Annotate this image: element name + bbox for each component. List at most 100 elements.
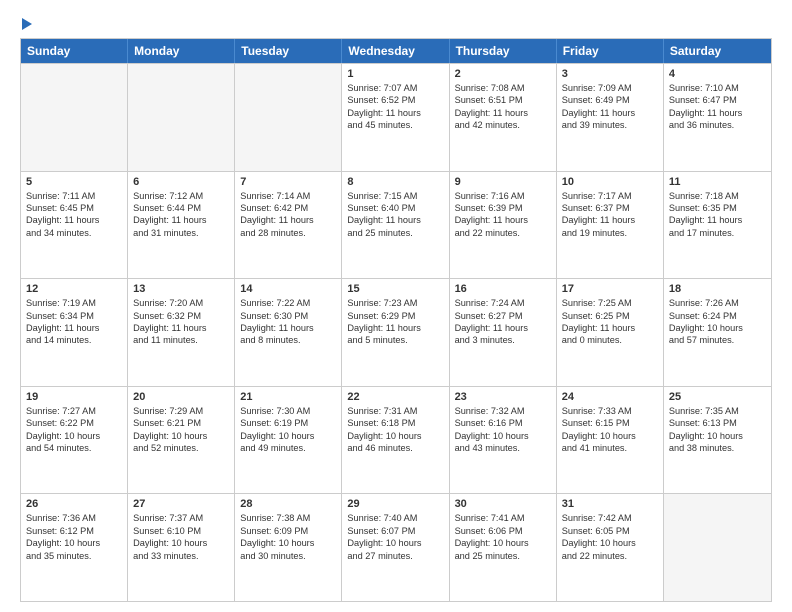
day-info: Sunrise: 7:20 AM Sunset: 6:32 PM Dayligh… (133, 297, 229, 347)
calendar-cell-24: 24Sunrise: 7:33 AM Sunset: 6:15 PM Dayli… (557, 387, 664, 494)
calendar-cell-3: 3 Sunrise: 7:09 AM Sunset: 6:49 PM Daylig… (557, 64, 664, 171)
calendar-cell-empty-0-1 (128, 64, 235, 171)
day-info: Sunrise: 7:36 AM Sunset: 6:12 PM Dayligh… (26, 512, 122, 562)
day-number: 31 (562, 498, 658, 510)
day-info: Sunrise: 7:32 AM Sunset: 6:16 PM Dayligh… (455, 405, 551, 455)
calendar-cell-10: 10Sunrise: 7:17 AM Sunset: 6:37 PM Dayli… (557, 172, 664, 279)
day-info: Sunrise: 7:07 AM Sunset: 6:52 PM Dayligh… (347, 82, 443, 132)
calendar-cell-1: 1Sunrise: 7:07 AM Sunset: 6:52 PM Daylig… (342, 64, 449, 171)
calendar-cell-empty-0-0 (21, 64, 128, 171)
day-info: Sunrise: 7:18 AM Sunset: 6:35 PM Dayligh… (669, 190, 766, 240)
calendar-cell-6: 6Sunrise: 7:12 AM Sunset: 6:44 PM Daylig… (128, 172, 235, 279)
calendar-header-cell-saturday: Saturday (664, 39, 771, 63)
calendar-cell-5: 5 Sunrise: 7:11 AM Sunset: 6:45 PM Daylig… (21, 172, 128, 279)
calendar-cell-27: 27 Sunrise: 7:37 AM Sunset: 6:10 PM Dayli… (128, 494, 235, 601)
day-number: 3 (562, 68, 658, 80)
day-number: 26 (26, 498, 122, 510)
day-info: Sunrise: 7:11 AM Sunset: 6:45 PM Dayligh… (26, 190, 122, 240)
calendar-body: 1Sunrise: 7:07 AM Sunset: 6:52 PM Daylig… (21, 63, 771, 601)
logo-arrow-icon (22, 18, 32, 30)
calendar-cell-14: 14Sunrise: 7:22 AM Sunset: 6:30 PM Dayli… (235, 279, 342, 386)
day-info: Sunrise: 7:19 AM Sunset: 6:34 PM Dayligh… (26, 297, 122, 347)
day-info: Sunrise: 7:24 AM Sunset: 6:27 PM Dayligh… (455, 297, 551, 347)
calendar: SundayMondayTuesdayWednesdayThursdayFrid… (20, 38, 772, 602)
day-number: 21 (240, 391, 336, 403)
calendar-cell-31: 31 Sunrise: 7:42 AM Sunset: 6:05 PM Dayli… (557, 494, 664, 601)
day-number: 12 (26, 283, 122, 295)
calendar-cell-29: 29Sunrise: 7:40 AM Sunset: 6:07 PM Dayli… (342, 494, 449, 601)
day-number: 30 (455, 498, 551, 510)
day-number: 19 (26, 391, 122, 403)
calendar-header-cell-tuesday: Tuesday (235, 39, 342, 63)
day-info: Sunrise: 7:27 AM Sunset: 6:22 PM Dayligh… (26, 405, 122, 455)
calendar-cell-4: 4 Sunrise: 7:10 AM Sunset: 6:47 PM Daylig… (664, 64, 771, 171)
calendar-cell-21: 21 Sunrise: 7:30 AM Sunset: 6:19 PM Dayli… (235, 387, 342, 494)
calendar-cell-11: 11 Sunrise: 7:18 AM Sunset: 6:35 PM Dayli… (664, 172, 771, 279)
day-number: 18 (669, 283, 766, 295)
calendar-cell-19: 19 Sunrise: 7:27 AM Sunset: 6:22 PM Dayli… (21, 387, 128, 494)
day-info: Sunrise: 7:25 AM Sunset: 6:25 PM Dayligh… (562, 297, 658, 347)
day-number: 25 (669, 391, 766, 403)
calendar-row-0: 1Sunrise: 7:07 AM Sunset: 6:52 PM Daylig… (21, 63, 771, 171)
day-number: 8 (347, 176, 443, 188)
calendar-row-4: 26 Sunrise: 7:36 AM Sunset: 6:12 PM Dayli… (21, 493, 771, 601)
day-info: Sunrise: 7:10 AM Sunset: 6:47 PM Dayligh… (669, 82, 766, 132)
day-number: 4 (669, 68, 766, 80)
day-number: 17 (562, 283, 658, 295)
day-info: Sunrise: 7:26 AM Sunset: 6:24 PM Dayligh… (669, 297, 766, 347)
calendar-header-cell-friday: Friday (557, 39, 664, 63)
day-number: 23 (455, 391, 551, 403)
day-number: 11 (669, 176, 766, 188)
day-info: Sunrise: 7:29 AM Sunset: 6:21 PM Dayligh… (133, 405, 229, 455)
day-info: Sunrise: 7:37 AM Sunset: 6:10 PM Dayligh… (133, 512, 229, 562)
calendar-cell-15: 15 Sunrise: 7:23 AM Sunset: 6:29 PM Dayli… (342, 279, 449, 386)
day-info: Sunrise: 7:09 AM Sunset: 6:49 PM Dayligh… (562, 82, 658, 132)
day-info: Sunrise: 7:38 AM Sunset: 6:09 PM Dayligh… (240, 512, 336, 562)
day-number: 28 (240, 498, 336, 510)
calendar-cell-18: 18 Sunrise: 7:26 AM Sunset: 6:24 PM Dayli… (664, 279, 771, 386)
day-number: 20 (133, 391, 229, 403)
calendar-cell-17: 17 Sunrise: 7:25 AM Sunset: 6:25 PM Dayli… (557, 279, 664, 386)
day-info: Sunrise: 7:16 AM Sunset: 6:39 PM Dayligh… (455, 190, 551, 240)
calendar-cell-30: 30 Sunrise: 7:41 AM Sunset: 6:06 PM Dayli… (450, 494, 557, 601)
page: SundayMondayTuesdayWednesdayThursdayFrid… (0, 0, 792, 612)
calendar-cell-16: 16Sunrise: 7:24 AM Sunset: 6:27 PM Dayli… (450, 279, 557, 386)
calendar-cell-13: 13 Sunrise: 7:20 AM Sunset: 6:32 PM Dayli… (128, 279, 235, 386)
calendar-row-2: 12 Sunrise: 7:19 AM Sunset: 6:34 PM Dayli… (21, 278, 771, 386)
header (20, 16, 772, 30)
day-number: 22 (347, 391, 443, 403)
day-number: 9 (455, 176, 551, 188)
day-info: Sunrise: 7:23 AM Sunset: 6:29 PM Dayligh… (347, 297, 443, 347)
day-number: 27 (133, 498, 229, 510)
day-info: Sunrise: 7:14 AM Sunset: 6:42 PM Dayligh… (240, 190, 336, 240)
calendar-cell-25: 25 Sunrise: 7:35 AM Sunset: 6:13 PM Dayli… (664, 387, 771, 494)
day-number: 5 (26, 176, 122, 188)
day-info: Sunrise: 7:35 AM Sunset: 6:13 PM Dayligh… (669, 405, 766, 455)
calendar-cell-8: 8 Sunrise: 7:15 AM Sunset: 6:40 PM Daylig… (342, 172, 449, 279)
calendar-cell-12: 12 Sunrise: 7:19 AM Sunset: 6:34 PM Dayli… (21, 279, 128, 386)
calendar-cell-9: 9 Sunrise: 7:16 AM Sunset: 6:39 PM Daylig… (450, 172, 557, 279)
day-number: 13 (133, 283, 229, 295)
day-info: Sunrise: 7:42 AM Sunset: 6:05 PM Dayligh… (562, 512, 658, 562)
day-info: Sunrise: 7:08 AM Sunset: 6:51 PM Dayligh… (455, 82, 551, 132)
calendar-header-cell-sunday: Sunday (21, 39, 128, 63)
calendar-cell-22: 22 Sunrise: 7:31 AM Sunset: 6:18 PM Dayli… (342, 387, 449, 494)
calendar-cell-20: 20 Sunrise: 7:29 AM Sunset: 6:21 PM Dayli… (128, 387, 235, 494)
calendar-cell-26: 26 Sunrise: 7:36 AM Sunset: 6:12 PM Dayli… (21, 494, 128, 601)
day-number: 14 (240, 283, 336, 295)
calendar-header-cell-wednesday: Wednesday (342, 39, 449, 63)
calendar-cell-empty-0-2 (235, 64, 342, 171)
day-info: Sunrise: 7:31 AM Sunset: 6:18 PM Dayligh… (347, 405, 443, 455)
day-number: 10 (562, 176, 658, 188)
day-number: 15 (347, 283, 443, 295)
day-info: Sunrise: 7:30 AM Sunset: 6:19 PM Dayligh… (240, 405, 336, 455)
day-info: Sunrise: 7:41 AM Sunset: 6:06 PM Dayligh… (455, 512, 551, 562)
day-info: Sunrise: 7:15 AM Sunset: 6:40 PM Dayligh… (347, 190, 443, 240)
calendar-cell-7: 7Sunrise: 7:14 AM Sunset: 6:42 PM Daylig… (235, 172, 342, 279)
day-info: Sunrise: 7:33 AM Sunset: 6:15 PM Dayligh… (562, 405, 658, 455)
day-info: Sunrise: 7:40 AM Sunset: 6:07 PM Dayligh… (347, 512, 443, 562)
calendar-cell-2: 2Sunrise: 7:08 AM Sunset: 6:51 PM Daylig… (450, 64, 557, 171)
calendar-header-cell-thursday: Thursday (450, 39, 557, 63)
calendar-row-1: 5 Sunrise: 7:11 AM Sunset: 6:45 PM Daylig… (21, 171, 771, 279)
calendar-cell-23: 23 Sunrise: 7:32 AM Sunset: 6:16 PM Dayli… (450, 387, 557, 494)
